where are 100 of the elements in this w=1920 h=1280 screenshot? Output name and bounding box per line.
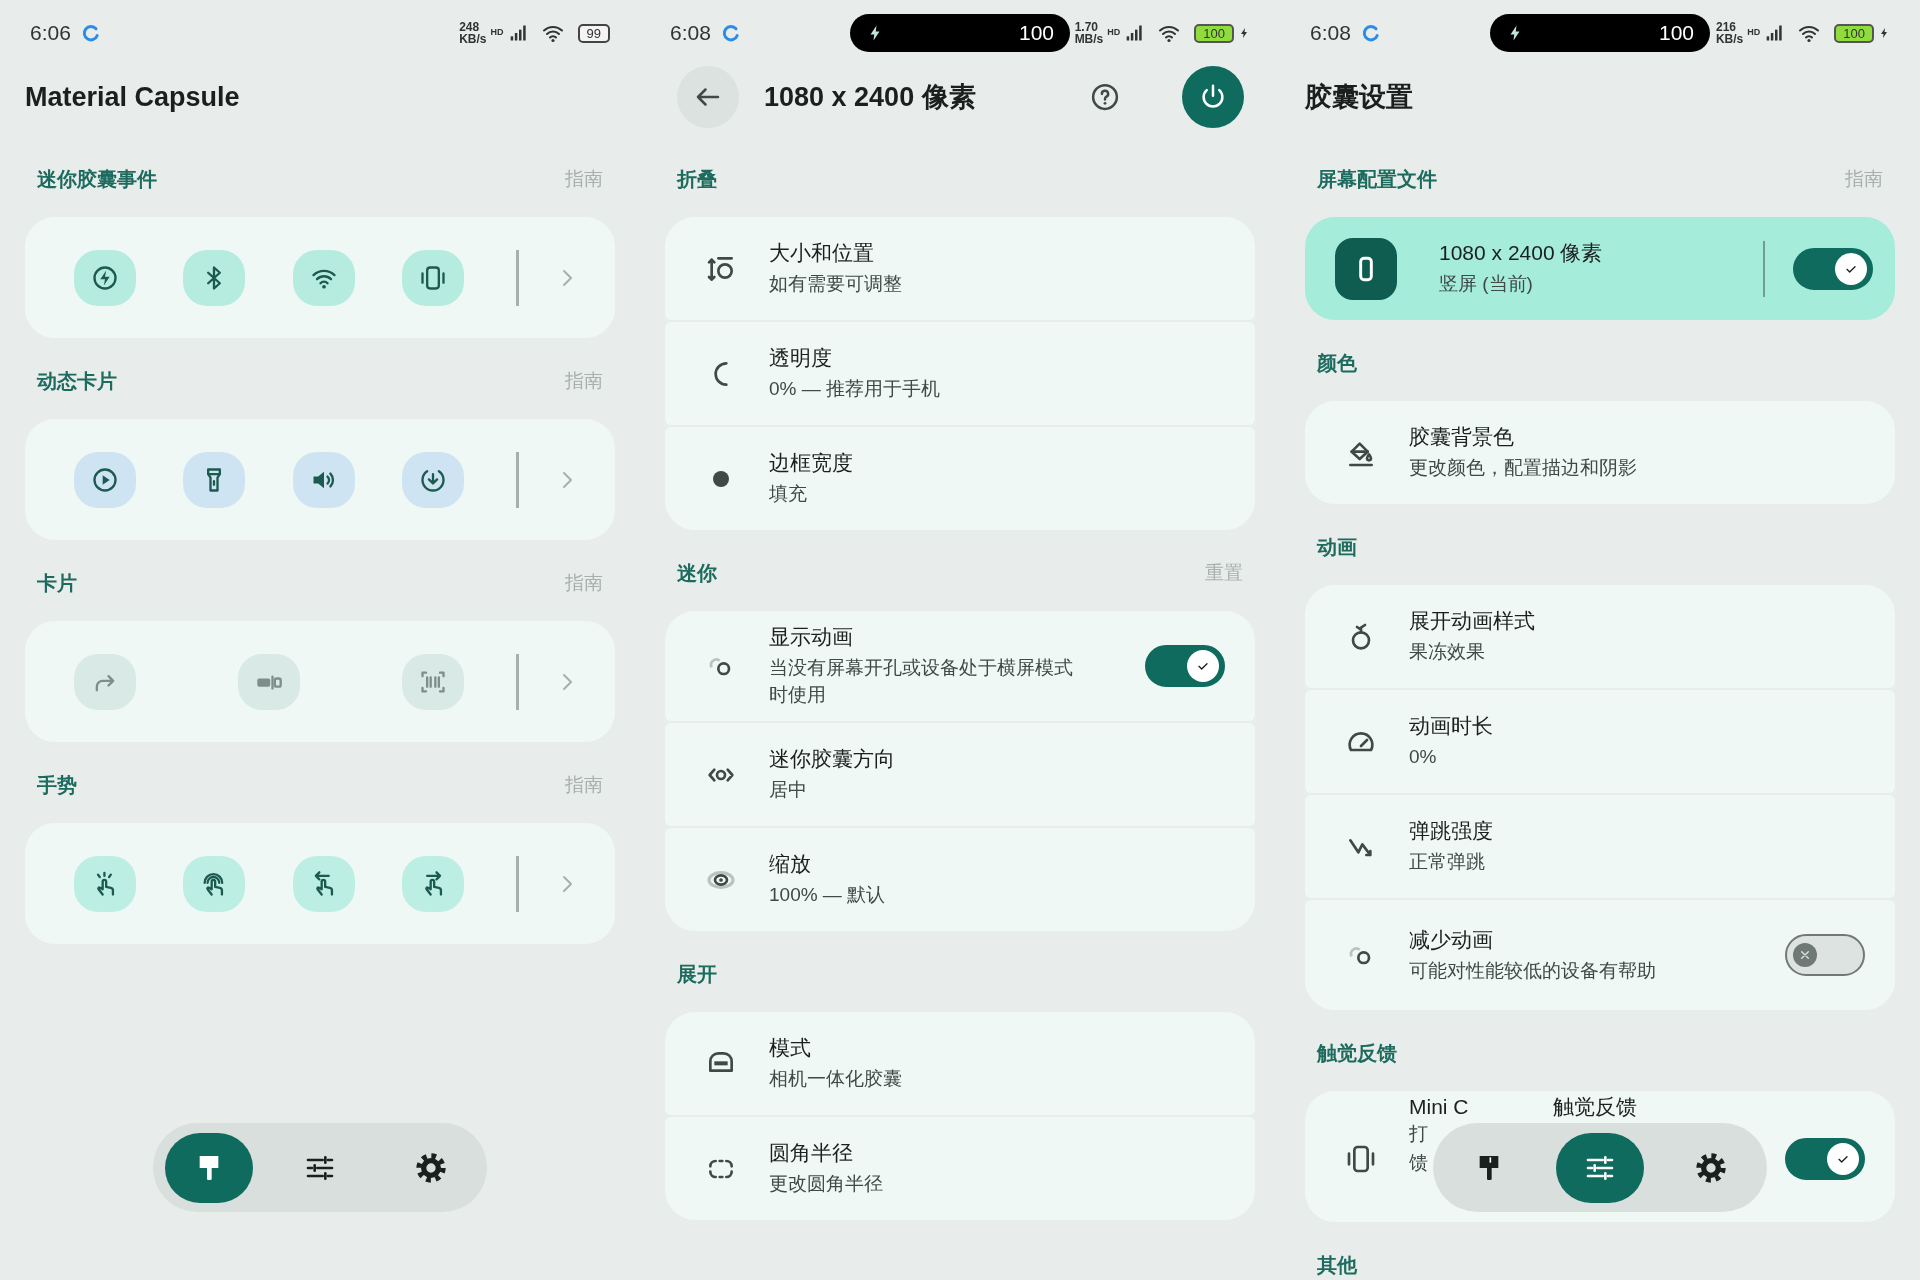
item-title: 大小和位置: [769, 240, 874, 267]
section-label: 动画: [1317, 534, 1357, 560]
section-label: 卡片: [37, 570, 77, 596]
settings-item[interactable]: 弹跳强度 正常弹跳: [1305, 795, 1895, 898]
item-title: 圆角半径: [769, 1140, 853, 1167]
section-label: 动态卡片: [37, 368, 117, 394]
shortcut-tile[interactable]: [74, 451, 136, 508]
item-title: 1080 x 2400 像素: [1439, 240, 1603, 267]
section-label: 屏幕配置文件: [1317, 166, 1437, 192]
shortcut-tile[interactable]: [292, 451, 355, 508]
item-title: 显示动画: [769, 624, 853, 651]
clock-time: 6:08: [1310, 21, 1351, 45]
settings-item[interactable]: 边框宽度 填充: [665, 427, 1255, 530]
item-subtitle: 更改圆角半径: [769, 1172, 883, 1197]
network-speed: 216: [1715, 21, 1737, 33]
section-label: 触觉反馈: [1317, 1040, 1397, 1066]
network-speed: 1.70: [1074, 21, 1099, 33]
settings-item[interactable]: 迷你胶囊方向 居中: [665, 723, 1255, 826]
shortcut-tile[interactable]: [74, 855, 136, 912]
shortcut-tile[interactable]: [402, 249, 464, 306]
play-icon: [91, 465, 119, 494]
network-type: HD: [490, 27, 504, 37]
battery-level: 100: [1018, 21, 1054, 45]
item-subtitle: 正常弹跳: [1409, 850, 1485, 875]
toggle-switch[interactable]: [1785, 1137, 1865, 1180]
item-title: 模式: [769, 1035, 811, 1062]
settings-item[interactable]: 展开动画样式 果冻效果: [1305, 585, 1895, 688]
settings-item[interactable]: 动画时长 0%: [1305, 690, 1895, 793]
network-speed: 248: [459, 21, 481, 33]
item-subtitle: 如有需要可调整: [769, 272, 902, 297]
item-title: 迷你胶囊方向: [769, 746, 895, 773]
settings-item[interactable]: 模式 相机一体化胶囊: [665, 1012, 1255, 1115]
charging-icon: [1238, 26, 1250, 40]
page-title: Material Capsule: [25, 81, 241, 113]
shortcut-tile[interactable]: [183, 249, 246, 306]
help-icon: [1090, 82, 1120, 112]
clock-time: 6:08: [670, 21, 711, 45]
charging-icon: [1878, 26, 1890, 40]
battery-indicator: 100: [1834, 23, 1874, 43]
settings-icon: [1695, 1151, 1727, 1184]
network-type: HD: [1107, 27, 1121, 37]
speed-unit: MB/s: [1074, 33, 1104, 45]
item-title: 胶囊背景色: [1409, 424, 1514, 451]
toggle-switch[interactable]: [1145, 645, 1225, 687]
shortcut-tile[interactable]: [402, 855, 464, 912]
settings-item[interactable]: 减少动画 可能对性能较低的设备有帮助: [1305, 900, 1895, 1010]
lightning-icon: [91, 263, 119, 292]
settings-item[interactable]: 透明度 0% — 推荐用于手机: [665, 322, 1255, 425]
item-subtitle: 100% — 默认: [769, 883, 886, 908]
shortcut-tile[interactable]: [183, 855, 246, 912]
settings-icon: [415, 1151, 447, 1184]
shortcut-tile[interactable]: [402, 451, 464, 508]
item-subtitle: 馈: [1409, 1150, 1428, 1175]
item-subtitle: 填充: [769, 482, 807, 507]
speed-unit: KB/s: [1715, 33, 1744, 45]
section-label: 颜色: [1317, 350, 1357, 376]
page-title: 1080 x 2400 像素: [764, 81, 977, 114]
item-title: 边框宽度: [769, 450, 853, 477]
settings-item[interactable]: 圆角半径 更改圆角半径: [665, 1117, 1255, 1220]
shortcut-tile[interactable]: [292, 855, 355, 912]
item-title: 动画时长: [1409, 713, 1493, 740]
section-label: 手势: [37, 772, 77, 798]
section-label: 折叠: [677, 166, 717, 192]
battery-indicator: 100: [1194, 23, 1234, 43]
page-title: 胶囊设置: [1305, 81, 1414, 114]
item-title: 展开动画样式: [1409, 608, 1535, 635]
nav-tab[interactable]: [165, 1132, 253, 1203]
clock-time: 6:06: [30, 21, 71, 45]
settings-item[interactable]: 缩放 100% — 默认: [665, 828, 1255, 931]
toggle-switch[interactable]: [1793, 247, 1873, 290]
battery-level: 100: [1658, 21, 1694, 45]
section-label: 迷你: [677, 560, 717, 586]
item-subtitle: 更改颜色，配置描边和阴影: [1409, 456, 1637, 481]
item-subtitle: 可能对性能较低的设备有帮助: [1409, 958, 1656, 983]
speed-unit: KB/s: [459, 33, 487, 45]
section-label: 展开: [677, 961, 717, 987]
sync-icon: [80, 23, 101, 43]
item-title: 弹跳强度: [1409, 818, 1493, 845]
shortcut-tile[interactable]: [74, 249, 136, 306]
item-title: 透明度: [769, 345, 832, 372]
battery-indicator: 99: [577, 23, 610, 43]
sync-icon: [1360, 23, 1381, 43]
shortcut-tile[interactable]: [292, 249, 355, 306]
toggle-switch[interactable]: [1785, 934, 1865, 976]
item-title: 缩放: [769, 851, 811, 878]
item-subtitle: 当没有屏幕开孔或设备处于横屏模式时使用: [769, 656, 1074, 707]
item-subtitle: 0% — 推荐用于手机: [769, 377, 941, 402]
item-subtitle: 居中: [769, 778, 807, 803]
item-title: 触觉反馈: [1552, 1095, 1637, 1119]
section-label: 迷你胶囊事件: [37, 166, 157, 192]
vibrate-icon: [419, 263, 447, 292]
sync-icon: [720, 23, 741, 43]
settings-item[interactable]: 大小和位置 如有需要可调整: [665, 217, 1255, 320]
network-type: HD: [1747, 27, 1761, 37]
shortcut-tile[interactable]: [183, 451, 246, 508]
settings-item[interactable]: 显示动画 当没有屏幕开孔或设备处于横屏模式时使用: [665, 611, 1255, 721]
profile-card[interactable]: 1080 x 2400 像素 竖屏 (当前): [1305, 217, 1895, 320]
item-title: Mini C: [1409, 1095, 1469, 1119]
settings-item[interactable]: 胶囊背景色 更改颜色，配置描边和阴影: [1305, 401, 1895, 504]
item-title: 减少动画: [1409, 926, 1493, 953]
